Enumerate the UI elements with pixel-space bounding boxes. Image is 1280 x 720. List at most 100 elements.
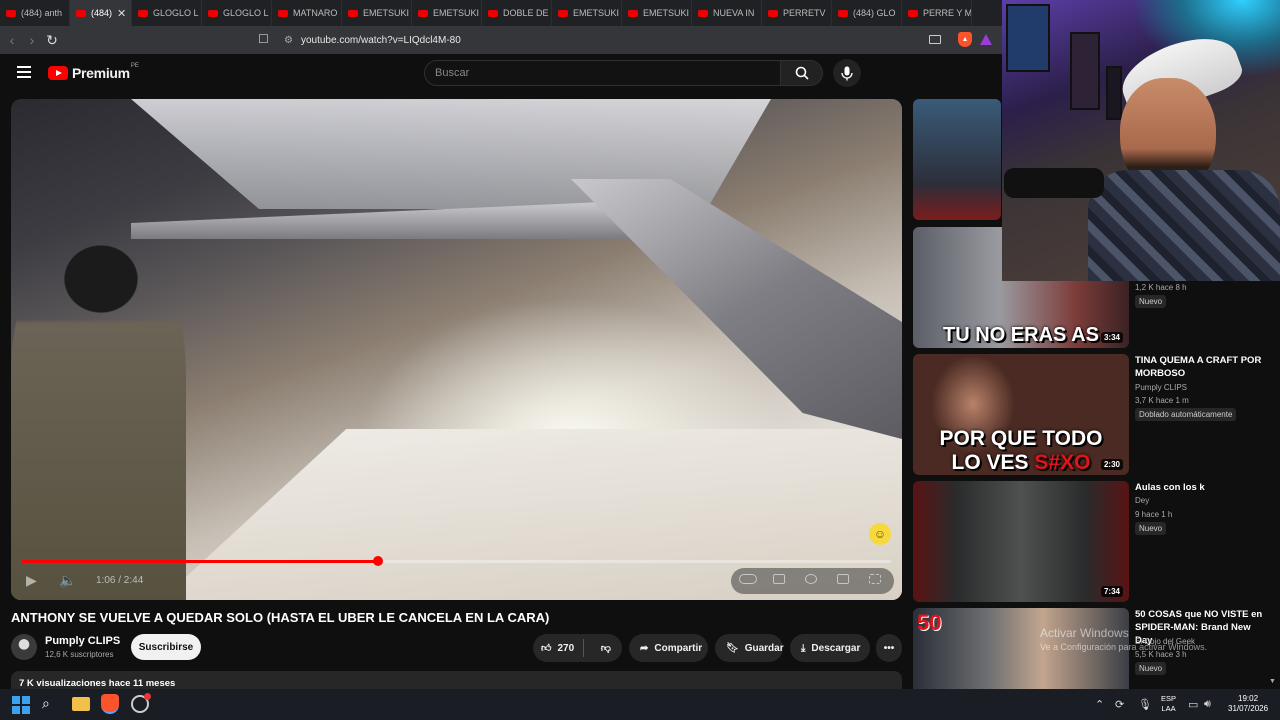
rec-channel[interactable]: Dey	[1135, 496, 1149, 505]
youtube-favicon-icon	[418, 9, 428, 17]
back-arrow-icon[interactable]: ‹	[2, 32, 22, 48]
recommendation-thumbnail[interactable]: 7:34	[913, 481, 1129, 602]
progress-bar[interactable]	[22, 556, 891, 566]
video-frame-person	[11, 229, 186, 600]
share-button[interactable]: ➦ Compartir	[629, 634, 708, 662]
url-field[interactable]: ⚙ youtube.com/watch?v=LIQdcl4M-80	[284, 26, 461, 54]
brave-rewards-icon[interactable]	[980, 34, 992, 45]
youtube-favicon-icon	[628, 9, 638, 17]
like-button[interactable]: 👍︎ 270	[533, 639, 584, 657]
cast-icon[interactable]	[929, 35, 941, 44]
youtube-favicon-icon	[488, 9, 498, 17]
browser-tab[interactable]: GLOGLO L	[132, 0, 202, 26]
voice-search-button[interactable]	[833, 59, 861, 87]
fullscreen-icon[interactable]	[869, 574, 881, 584]
search-button[interactable]	[781, 60, 823, 86]
browser-tab[interactable]: (484) GLO	[832, 0, 902, 26]
volume-icon[interactable]: 🔈	[59, 572, 76, 589]
dislike-button[interactable]: 👎︎	[590, 642, 622, 654]
rec-title[interactable]: Aulas con los k	[1135, 481, 1265, 494]
browser-tab[interactable]: GLOGLO L	[202, 0, 272, 26]
thumbnail-caption-red: S#XO	[1034, 451, 1091, 474]
browser-tab[interactable]: EMETSUKI	[412, 0, 482, 26]
reload-icon[interactable]: ↻	[42, 32, 62, 49]
youtube-favicon-icon	[6, 9, 16, 17]
file-explorer-icon[interactable]	[72, 697, 90, 711]
more-actions-button[interactable]: •••	[876, 634, 902, 662]
settings-gear-icon[interactable]	[805, 574, 817, 584]
recommendation-thumbnail[interactable]: POR QUE TODO LO VES S#XO 2:30	[913, 354, 1129, 475]
player-right-controls	[731, 568, 894, 594]
video-frame-escalator	[571, 179, 902, 439]
wall-poster	[1106, 66, 1122, 120]
search-input[interactable]: Buscar	[424, 60, 781, 86]
share-arrow-icon: ➦	[640, 642, 649, 654]
video-duration: 7:34	[1100, 586, 1123, 597]
recommendation-thumbnail[interactable]	[913, 99, 1001, 220]
browser-tab[interactable]: EMETSUKI	[622, 0, 692, 26]
tray-chevron-icon[interactable]: ⌃	[1095, 698, 1104, 711]
rec-meta: 1,2 K hace 8 h	[1135, 283, 1187, 292]
youtube-favicon-icon	[138, 9, 148, 17]
download-button[interactable]: ⤓ Descargar	[790, 634, 870, 662]
network-icon[interactable]: ▭	[1188, 698, 1198, 711]
time-display: 1:06 / 2:44	[96, 575, 144, 586]
play-icon[interactable]: ▶	[26, 572, 37, 589]
subscribe-button[interactable]: Suscribirse	[131, 634, 201, 660]
browser-tab[interactable]: PERRE Y M	[902, 0, 972, 26]
wall-poster	[1070, 32, 1100, 110]
language-indicator[interactable]: ESP LAA	[1161, 694, 1176, 714]
channel-name[interactable]: Pumply CLIPS	[45, 635, 120, 647]
browser-tab[interactable]: PERRETV	[762, 0, 832, 26]
rec-title[interactable]: TINA QUEMA A CRAFT POR MORBOSO	[1135, 354, 1265, 380]
youtube-favicon-icon	[278, 9, 288, 17]
theater-mode-icon[interactable]	[837, 574, 849, 584]
video-player[interactable]: ☺ ▶ 🔈 1:06 / 2:44	[11, 99, 902, 600]
scroll-down-arrow-icon[interactable]: ▼	[1269, 678, 1276, 685]
video-duration: 2:30	[1100, 459, 1123, 470]
youtube-favicon-icon	[768, 9, 778, 17]
save-button[interactable]: 🔖︎ Guardar	[715, 634, 784, 662]
youtube-header: Premium PE Buscar	[0, 54, 1002, 94]
brave-shields-icon[interactable]: ▲	[958, 32, 972, 47]
bookmark-icon: 🔖︎	[726, 642, 739, 654]
rec-channel[interactable]: Pumply CLIPS	[1135, 383, 1187, 392]
site-info-icon[interactable]: ⚙	[284, 35, 293, 46]
windows-start-icon[interactable]	[12, 696, 30, 714]
progress-fill	[22, 560, 379, 563]
youtube-play-icon	[48, 66, 68, 80]
sync-icon[interactable]: ⟳	[1115, 698, 1124, 711]
new-badge: Nuevo	[1135, 522, 1167, 535]
tray-microphone-icon[interactable]: 🎙︎	[1138, 698, 1152, 711]
subtitles-icon[interactable]	[773, 574, 785, 584]
bookmark-icon[interactable]: ☐	[258, 32, 269, 46]
taskbar-clock[interactable]: 19:02 31/07/2026	[1228, 694, 1268, 714]
subscriber-count: 12,6 K suscriptores	[45, 650, 114, 659]
brave-browser-icon[interactable]	[101, 694, 119, 714]
browser-tab[interactable]: EMETSUKI	[342, 0, 412, 26]
video-duration: 3:34	[1100, 332, 1123, 343]
autoplay-toggle-icon[interactable]	[739, 574, 757, 584]
youtube-premium-logo[interactable]: Premium PE	[48, 63, 142, 81]
browser-tab[interactable]: NUEVA IN	[692, 0, 762, 26]
more-dots-icon: •••	[883, 642, 895, 654]
like-count: 270	[557, 642, 575, 654]
views-date: 7 K visualizaciones hace 11 meses	[19, 678, 176, 689]
obs-icon[interactable]	[131, 693, 151, 713]
speaker-icon[interactable]: 🔊︎	[1204, 698, 1211, 711]
channel-avatar[interactable]	[11, 634, 37, 660]
like-dislike-group: 👍︎ 270 👎︎	[533, 634, 622, 662]
browser-tab[interactable]: (484) anth	[0, 0, 70, 26]
description-box[interactable]: 7 K visualizaciones hace 11 meses	[11, 671, 902, 689]
browser-tab[interactable]: MATNARO	[272, 0, 342, 26]
smiley-face-icon: ☺	[869, 523, 891, 545]
taskbar-search-icon[interactable]: ⌕	[42, 695, 62, 715]
browser-tab-active[interactable]: (484) ✕	[70, 0, 132, 26]
browser-tab[interactable]: EMETSUKI	[552, 0, 622, 26]
search-icon	[795, 66, 809, 80]
forward-arrow-icon[interactable]: ›	[22, 32, 42, 48]
thumbnail-caption: POR QUE TODO	[939, 427, 1103, 450]
menu-icon[interactable]	[17, 66, 31, 78]
browser-tab[interactable]: DOBLE DE	[482, 0, 552, 26]
close-tab-icon[interactable]: ✕	[117, 7, 126, 20]
